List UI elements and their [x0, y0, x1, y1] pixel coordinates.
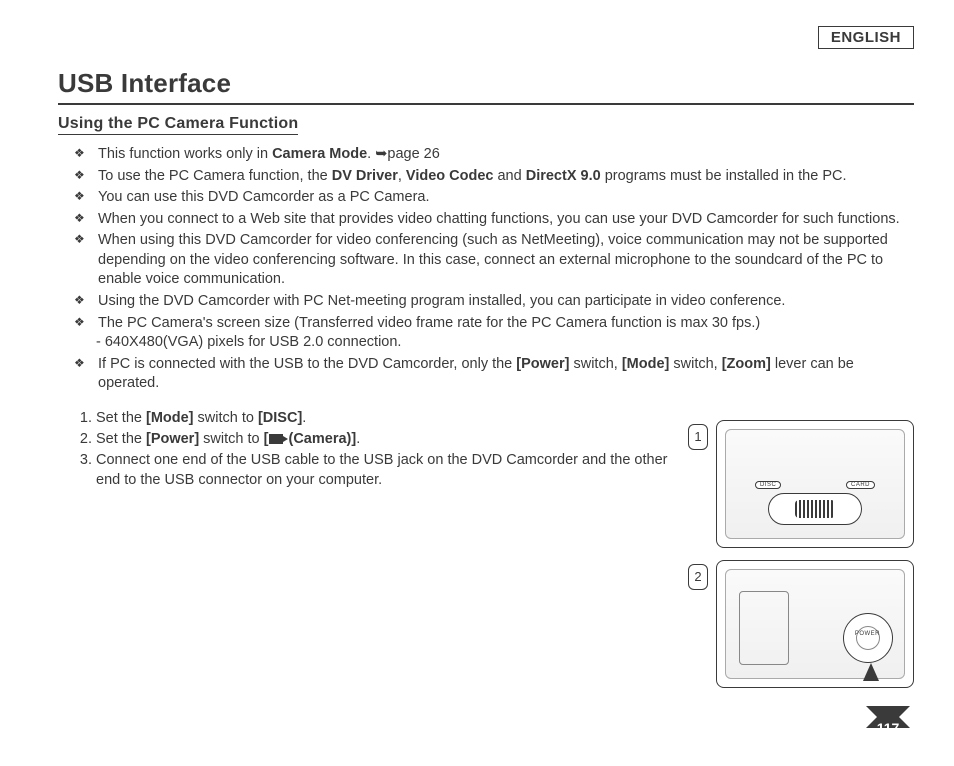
step-item: Set the [Mode] switch to [DISC].	[96, 408, 686, 428]
bullet-item: To use the PC Camera function, the DV Dr…	[80, 167, 914, 187]
bullet-list: This function works only in Camera Mode.…	[80, 145, 914, 394]
page-title: USB Interface	[58, 68, 914, 105]
bullet-item: Using the DVD Camcorder with PC Net-meet…	[80, 292, 914, 312]
panel-icon	[739, 591, 789, 665]
figure-group: 1 DISC CARD 2 POWER	[716, 420, 914, 700]
page-number: 117	[866, 706, 910, 750]
bullet-item: You can use this DVD Camcorder as a PC C…	[80, 188, 914, 208]
figure-number-badge: 1	[688, 424, 708, 450]
bullet-item: The PC Camera's screen size (Transferred…	[80, 314, 914, 353]
step-item: Connect one end of the USB cable to the …	[96, 450, 686, 490]
mode-switch-icon	[768, 493, 862, 525]
figure-illustration: DISC CARD	[716, 420, 914, 548]
disc-label: DISC	[755, 481, 781, 489]
power-label: POWER	[855, 631, 880, 637]
up-arrow-icon	[863, 663, 879, 681]
bullet-item: When you connect to a Web site that prov…	[80, 210, 914, 230]
bullet-item: This function works only in Camera Mode.…	[80, 145, 914, 165]
bullet-item: If PC is connected with the USB to the D…	[80, 355, 914, 394]
figure-illustration: POWER	[716, 560, 914, 688]
camera-icon	[269, 434, 283, 444]
figure-2: 2 POWER	[716, 560, 914, 688]
sub-bullet: 640X480(VGA) pixels for USB 2.0 connecti…	[98, 333, 914, 353]
bullet-item: When using this DVD Camcorder for video …	[80, 231, 914, 290]
section-subtitle: Using the PC Camera Function	[58, 115, 298, 135]
step-list: Set the [Mode] switch to [DISC]. Set the…	[72, 408, 686, 490]
figure-1: 1 DISC CARD	[716, 420, 914, 548]
arrow-icon: ➥	[375, 146, 387, 162]
step-item: Set the [Power] switch to [ (Camera)].	[96, 429, 686, 449]
manual-page: ENGLISH USB Interface Using the PC Camer…	[0, 0, 954, 766]
card-label: CARD	[846, 481, 875, 489]
language-badge: ENGLISH	[818, 26, 914, 49]
page-number-badge: 117	[866, 706, 910, 750]
power-dial-icon	[843, 613, 893, 663]
figure-number-badge: 2	[688, 564, 708, 590]
